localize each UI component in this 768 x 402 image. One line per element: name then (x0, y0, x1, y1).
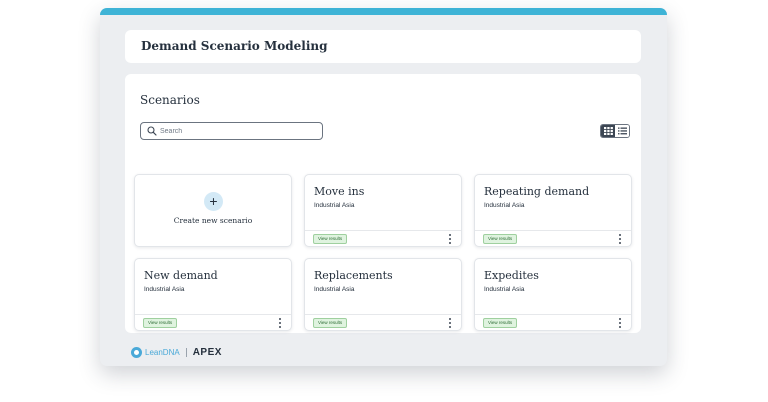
scenario-subtitle: Industrial Asia (144, 286, 185, 293)
card-footer: View results (135, 314, 291, 332)
view-results-badge[interactable]: View results (483, 318, 518, 328)
scenario-card[interactable]: Move ins Industrial Asia View results (304, 174, 462, 247)
view-toggle (600, 124, 630, 138)
more-options-icon[interactable] (618, 234, 622, 244)
scenario-subtitle: Industrial Asia (484, 202, 525, 209)
scenario-card[interactable]: Repeating demand Industrial Asia View re… (474, 174, 632, 247)
scenario-subtitle: Industrial Asia (314, 202, 355, 209)
scenario-title: Expedites (484, 269, 539, 282)
view-results-badge[interactable]: View results (143, 318, 178, 328)
list-icon (617, 127, 627, 135)
more-options-icon[interactable] (448, 234, 452, 244)
scenario-title: New demand (144, 269, 218, 282)
card-footer: View results (305, 314, 461, 332)
view-results-badge[interactable]: View results (313, 318, 348, 328)
app-window: Demand Scenario Modeling Scenarios Searc… (100, 8, 667, 366)
scenario-card[interactable]: New demand Industrial Asia View results (134, 258, 292, 331)
plus-icon: + (204, 192, 223, 211)
create-scenario-label: Create new scenario (173, 216, 253, 225)
search-box[interactable] (140, 122, 323, 140)
create-scenario-card[interactable]: + Create new scenario (134, 174, 292, 247)
search-input[interactable] (160, 124, 315, 138)
view-results-badge[interactable]: View results (483, 234, 518, 244)
card-footer: View results (475, 314, 631, 332)
scenarios-panel: Scenarios Search + Create new scenario M… (125, 74, 641, 333)
view-results-badge[interactable]: View results (313, 234, 348, 244)
list-view-button[interactable] (615, 125, 629, 137)
section-title: Scenarios (140, 93, 200, 107)
apex-wordmark: APEX (192, 346, 222, 358)
footer-logos: LeanDNA APEX (131, 345, 222, 359)
page-title: Demand Scenario Modeling (141, 39, 328, 53)
header-card: Demand Scenario Modeling (125, 30, 641, 63)
more-options-icon[interactable] (448, 318, 452, 328)
leandna-logo-icon (131, 346, 142, 358)
scenario-subtitle: Industrial Asia (314, 286, 355, 293)
grid-view-button[interactable] (601, 125, 615, 137)
scenario-card[interactable]: Expedites Industrial Asia View results (474, 258, 632, 331)
grid-icon (603, 127, 613, 135)
scenario-title: Repeating demand (484, 185, 590, 198)
scenario-title: Replacements (314, 269, 393, 282)
logo-divider (185, 347, 187, 357)
more-options-icon[interactable] (278, 318, 282, 328)
scenario-title: Move ins (314, 185, 365, 198)
accent-top-bar (100, 8, 667, 15)
scenario-card[interactable]: Replacements Industrial Asia View result… (304, 258, 462, 331)
card-footer: View results (475, 230, 631, 248)
scenario-subtitle: Industrial Asia (484, 286, 525, 293)
card-footer: View results (305, 230, 461, 248)
leandna-wordmark: LeanDNA (145, 347, 180, 357)
more-options-icon[interactable] (618, 318, 622, 328)
search-icon (147, 126, 157, 136)
